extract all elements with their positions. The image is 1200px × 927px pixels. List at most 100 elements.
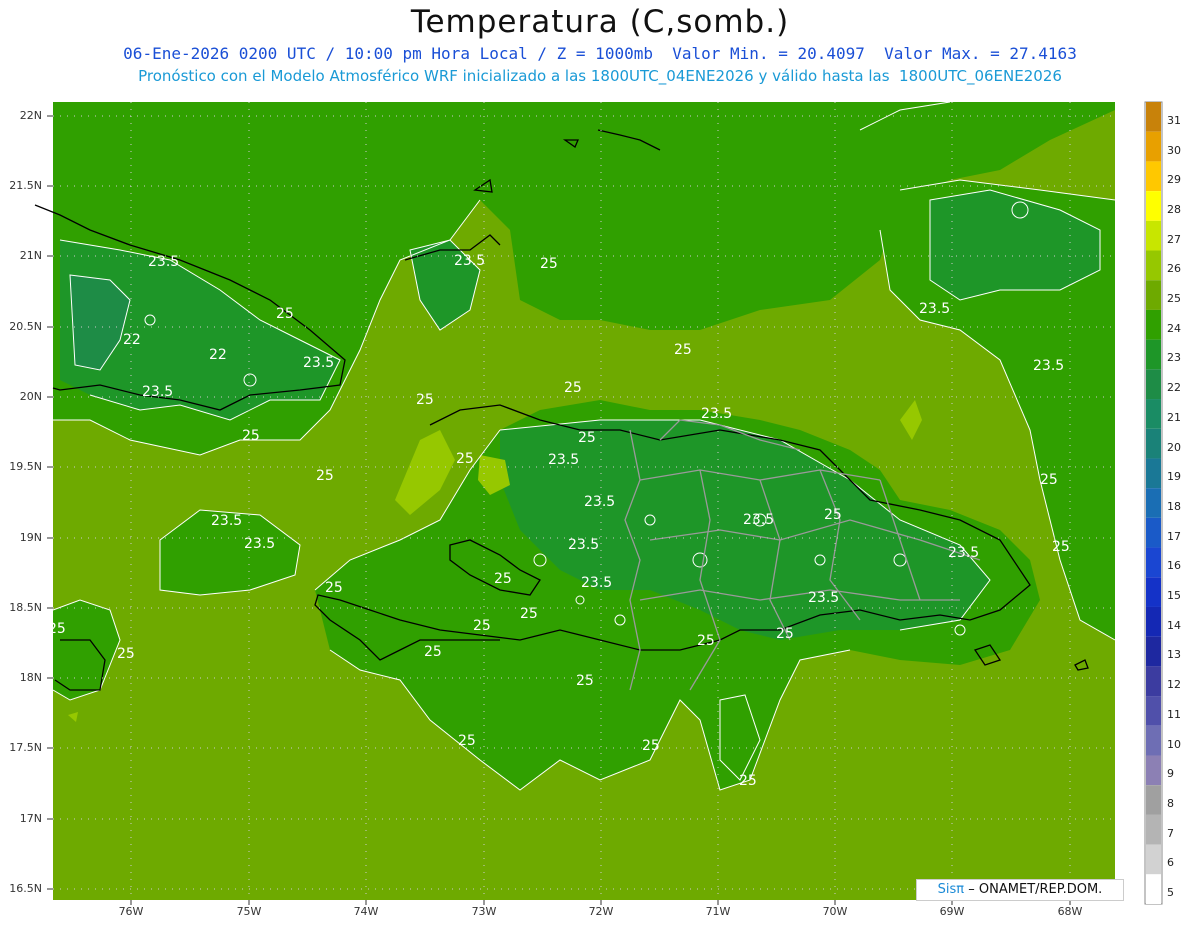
- contour-label: 25: [776, 626, 794, 642]
- contour-label: 23.5: [743, 512, 774, 528]
- contour-label: 23.5: [919, 301, 950, 317]
- colorbar-label: 13: [1167, 648, 1181, 662]
- contour-label: 25: [576, 673, 594, 689]
- colorbar-swatch: [1146, 785, 1161, 815]
- contour-label: 25: [674, 342, 692, 358]
- colorbar-label: 22: [1167, 381, 1181, 395]
- colorbar-label: 11: [1167, 707, 1181, 721]
- colorbar-label: 27: [1167, 232, 1181, 246]
- contour-label: 23.5: [211, 513, 242, 529]
- contour-label: 25: [564, 380, 582, 396]
- contour-label: 25: [494, 571, 512, 587]
- contour-label: 25: [416, 392, 434, 408]
- colorbar-label: 10: [1167, 737, 1181, 751]
- colorbar-swatch: [1146, 547, 1161, 578]
- colorbar-swatch: [1146, 339, 1161, 370]
- colorbar-swatch: [1146, 131, 1161, 162]
- colorbar-label: 6: [1167, 856, 1174, 870]
- lon-label: 74W: [353, 905, 379, 918]
- colorbar-label: 28: [1167, 202, 1181, 216]
- lat-label: 19N: [19, 531, 42, 544]
- lon-label: 75W: [236, 905, 262, 918]
- colorbar-label: 24: [1167, 321, 1181, 335]
- credit-text: – ONAMET/REP.DOM.: [968, 882, 1103, 897]
- contour-label: 23.5: [548, 452, 579, 468]
- contour-label: 25: [424, 644, 442, 660]
- contour-label: 23.5: [948, 545, 979, 561]
- colorbar-label: 5: [1167, 886, 1174, 900]
- colorbar-swatch: [1146, 161, 1161, 192]
- contour-label: 22: [209, 347, 227, 363]
- colorbar-swatch: [1146, 250, 1161, 281]
- colorbar-label: 23: [1167, 351, 1181, 365]
- contour-label: 23.5: [808, 590, 839, 606]
- contour-label: 25: [540, 256, 558, 272]
- contour-label: 23.5: [701, 406, 732, 422]
- colorbar-swatch: [1146, 399, 1161, 429]
- colorbar-swatch: [1146, 844, 1161, 875]
- contour-label: 25: [48, 621, 66, 637]
- colorbar-swatches: [1146, 102, 1161, 904]
- contour-label: 23.5: [1033, 358, 1064, 374]
- contour-label: 25: [1052, 539, 1070, 555]
- contour-label: 25: [739, 773, 757, 789]
- contour-label: 23.5: [581, 575, 612, 591]
- colorbar-swatch: [1146, 666, 1161, 697]
- contour-label: 25: [1040, 472, 1058, 488]
- lon-label: 68W: [1057, 905, 1083, 918]
- colorbar-swatch: [1146, 606, 1161, 637]
- contour-label: 23.5: [568, 537, 599, 553]
- lon-label: 70W: [822, 905, 848, 918]
- temperature-map: 23.5 25 22 23.5 22 25 23.5 25 23.5 25 25…: [34, 101, 1163, 905]
- lat-label: 21.5N: [9, 179, 42, 192]
- contour-label: 22: [123, 332, 141, 348]
- contour-label: 25: [642, 738, 660, 754]
- contour-label: 25: [456, 451, 474, 467]
- colorbar-swatch: [1146, 488, 1161, 518]
- lat-label: 21N: [19, 249, 42, 262]
- contour-label: 25: [458, 733, 476, 749]
- colorbar-swatch: [1146, 280, 1161, 310]
- contour-label: 23.5: [303, 355, 334, 371]
- colorbar-label: 15: [1167, 589, 1181, 603]
- colorbar-label: 20: [1167, 440, 1181, 454]
- lat-label: 18.5N: [9, 601, 42, 614]
- lat-label: 17N: [19, 812, 42, 825]
- lon-label: 69W: [939, 905, 965, 918]
- contour-label: 25: [276, 306, 294, 322]
- colorbar-label: 18: [1167, 499, 1181, 513]
- credit-box: Sisπ – ONAMET/REP.DOM.: [916, 879, 1124, 901]
- contour-label: 25: [316, 468, 334, 484]
- colorbar-swatch: [1146, 309, 1161, 340]
- colorbar-label: 25: [1167, 292, 1181, 306]
- colorbar-swatch: [1146, 102, 1161, 132]
- colorbar-swatch: [1146, 725, 1161, 756]
- colorbar-swatch: [1146, 220, 1161, 251]
- colorbar-swatch: [1146, 369, 1161, 400]
- contour-label: 23.5: [148, 254, 179, 270]
- contour-label: 25: [824, 507, 842, 523]
- contour-label: 23.5: [244, 536, 275, 552]
- colorbar-swatch: [1146, 458, 1161, 489]
- colorbar-swatch: [1146, 814, 1161, 845]
- colorbar-swatch: [1146, 191, 1161, 221]
- contour-label: 25: [520, 606, 538, 622]
- colorbar-swatch: [1146, 577, 1161, 607]
- lon-label: 71W: [705, 905, 731, 918]
- lat-label: 16.5N: [9, 882, 42, 895]
- colorbar-label: 26: [1167, 262, 1181, 276]
- contour-label: 23.5: [584, 494, 615, 510]
- colorbar-label: 8: [1167, 797, 1174, 810]
- contour-label: 25: [325, 580, 343, 596]
- contour-label: 25: [473, 618, 491, 634]
- colorbar-label: 31: [1167, 113, 1181, 127]
- colorbar-swatch: [1146, 636, 1161, 667]
- colorbar-swatch: [1146, 517, 1161, 548]
- colorbar-label: 16: [1167, 559, 1181, 573]
- contour-label: 25: [242, 428, 260, 444]
- lon-label: 72W: [588, 905, 614, 918]
- colorbar-swatch: [1146, 874, 1161, 904]
- contour-label: 23.5: [142, 384, 173, 400]
- colorbar-label: 7: [1167, 826, 1174, 840]
- lon-label: 73W: [471, 905, 497, 918]
